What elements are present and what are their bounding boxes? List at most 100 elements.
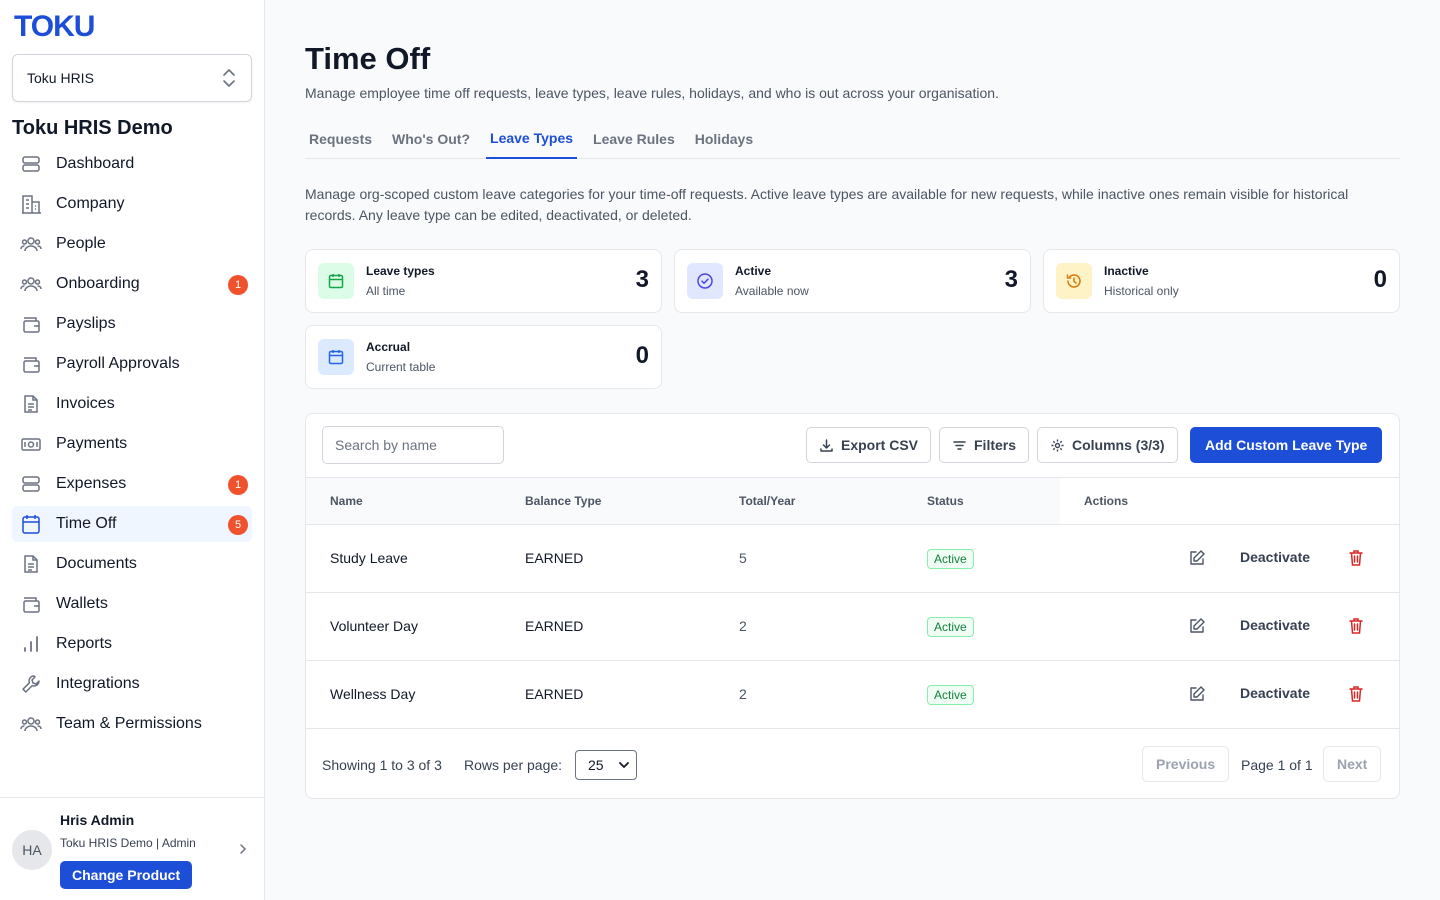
leave-types-table-card: Export CSV Filters Columns (3/3) Add Cus… [305,413,1400,799]
edit-icon[interactable] [1188,617,1206,635]
chevron-right-icon[interactable] [236,842,250,856]
sidebar-item-wallets[interactable]: Wallets [12,586,252,622]
user-menu[interactable]: HA Hris Admin Toku HRIS Demo | Admin Cha… [0,797,264,900]
cell-name: Volunteer Day [330,618,418,634]
next-page-button[interactable]: Next [1323,746,1382,782]
sidebar-item-payslips[interactable]: Payslips [12,306,252,342]
tab-requests[interactable]: Requests [305,118,376,159]
sidebar-item-people[interactable]: People [12,226,252,262]
sidebar: TOKU Toku HRIS Toku HRIS Demo Dashboard … [0,0,265,900]
stat-card-leave-types: Leave types All time 3 [305,249,662,313]
column-header-status[interactable]: Status [927,494,964,508]
section-description: Manage org-scoped custom leave categorie… [305,186,1349,223]
product-selector[interactable]: Toku HRIS [12,54,252,102]
status-badge: Active [927,617,974,637]
dashboard-icon [22,156,40,172]
search-input[interactable] [322,426,504,464]
trash-icon[interactable] [1348,549,1364,567]
rows-per-page-select[interactable]: 25 [575,750,637,780]
page-subtitle: Manage employee time off requests, leave… [305,85,999,101]
sidebar-item-expenses[interactable]: Expenses 1 [12,466,252,502]
status-badge: Active [927,549,974,569]
chevron-down-icon [619,762,629,768]
cell-total-year: 2 [739,618,747,634]
tab-holidays[interactable]: Holidays [691,118,757,159]
sidebar-item-onboarding[interactable]: Onboarding 1 [12,266,252,302]
table-row: Study Leave EARNED 5 Active Deactivate [306,525,1399,593]
columns-button[interactable]: Columns (3/3) [1037,427,1178,463]
sidebar-item-label: Reports [56,635,113,652]
sidebar-item-label: Onboarding [56,275,140,292]
notification-badge: 1 [228,475,248,495]
stat-value: 0 [1373,266,1387,293]
sidebar-item-time-off[interactable]: Time Off 5 [12,506,252,542]
building-icon [22,195,41,214]
stat-icon-wrap [687,263,723,299]
cell-name: Study Leave [330,550,408,566]
cell-name: Wellness Day [330,686,416,702]
page-title: Time Off [305,41,431,76]
sidebar-item-team-permissions[interactable]: Team & Permissions [12,706,252,742]
stat-sublabel: Current table [366,360,436,374]
deactivate-button[interactable]: Deactivate [1240,685,1310,701]
sidebar-item-company[interactable]: Company [12,186,252,222]
wrench-icon [22,675,40,693]
cell-balance-type: EARNED [525,618,584,634]
download-icon [820,438,833,452]
add-custom-leave-type-button[interactable]: Add Custom Leave Type [1190,427,1383,463]
org-name: Toku HRIS Demo [12,117,173,139]
sidebar-item-dashboard[interactable]: Dashboard [12,146,252,182]
filter-lines-icon [953,440,966,450]
previous-page-button[interactable]: Previous [1142,746,1230,782]
sidebar-item-payroll-approvals[interactable]: Payroll Approvals [12,346,252,382]
sidebar-item-invoices[interactable]: Invoices [12,386,252,422]
change-product-button[interactable]: Change Product [60,861,193,889]
cell-total-year: 2 [739,686,747,702]
export-csv-button[interactable]: Export CSV [806,427,932,463]
column-header-total-year[interactable]: Total/Year [739,494,795,508]
deactivate-button[interactable]: Deactivate [1240,617,1310,633]
sidebar-item-payments[interactable]: Payments [12,426,252,462]
page-info: Page 1 of 1 [1241,757,1313,773]
trash-icon[interactable] [1348,685,1364,703]
table-row: Wellness Day EARNED 2 Active Deactivate [306,661,1399,729]
sidebar-item-reports[interactable]: Reports [12,626,252,662]
filters-button[interactable]: Filters [939,427,1030,463]
stat-sublabel: Available now [735,284,809,298]
sidebar-item-documents[interactable]: Documents [12,546,252,582]
stat-icon-wrap [1056,263,1092,299]
check-circle-icon [697,273,713,289]
toku-logo[interactable]: TOKU [14,10,95,44]
notification-badge: 5 [228,515,248,535]
sidebar-item-label: Company [56,195,125,212]
columns-label: Columns (3/3) [1072,437,1165,453]
stat-label: Inactive [1104,264,1149,278]
sidebar-item-label: Time Off [56,515,117,532]
edit-icon[interactable] [1188,549,1206,567]
sidebar-item-integrations[interactable]: Integrations [12,666,252,702]
stat-card-inactive: Inactive Historical only 0 [1043,249,1400,313]
trash-icon[interactable] [1348,617,1364,635]
notification-badge: 1 [228,275,248,295]
edit-icon[interactable] [1188,685,1206,703]
stat-icon-wrap [318,339,354,375]
file-icon [24,555,38,573]
sidebar-item-label: Team & Permissions [56,715,202,732]
file-icon [24,395,38,413]
column-header-balance-type[interactable]: Balance Type [525,494,601,508]
tab-whos-out[interactable]: Who's Out? [388,118,474,159]
sidebar-item-label: Integrations [56,675,140,692]
user-role: Toku HRIS Demo | Admin [60,836,196,850]
chevron-up-down-icon [223,69,235,87]
column-header-name[interactable]: Name [330,494,363,508]
banknote-icon [21,438,41,451]
rows-per-page-value: 25 [588,757,604,773]
deactivate-button[interactable]: Deactivate [1240,549,1310,565]
avatar: HA [12,830,52,870]
tab-leave-types[interactable]: Leave Types [486,118,578,159]
stat-sublabel: All time [366,284,406,298]
stat-sublabel: Historical only [1104,284,1179,298]
stat-label: Active [735,264,772,278]
sidebar-nav: Dashboard Company People Onboarding 1 Pa… [12,146,252,746]
tab-leave-rules[interactable]: Leave Rules [589,118,679,159]
